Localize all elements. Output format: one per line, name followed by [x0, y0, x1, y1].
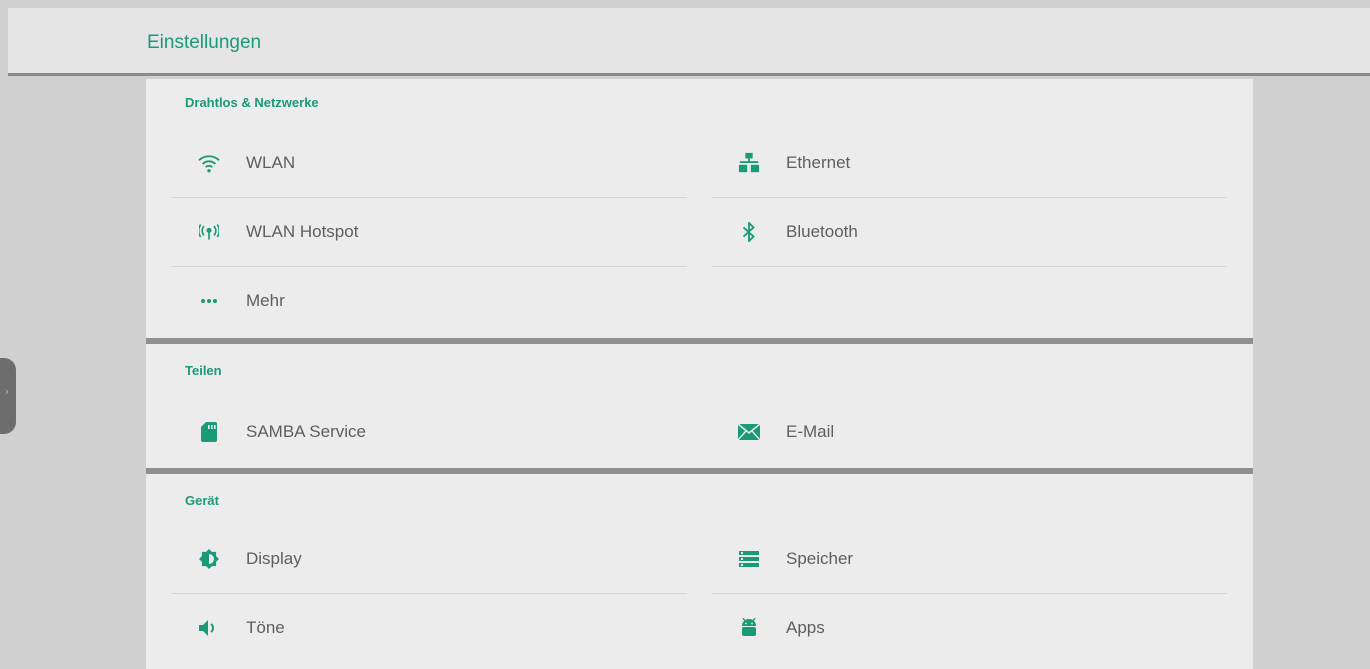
settings-item-label: E-Mail: [786, 422, 835, 441]
settings-item-display[interactable]: Display: [172, 525, 687, 594]
settings-item-more[interactable]: Mehr: [172, 267, 687, 335]
settings-item-label: Apps: [786, 618, 825, 637]
brightness-icon: [172, 549, 246, 569]
settings-item-sounds[interactable]: Töne: [172, 594, 687, 662]
ethernet-icon: [712, 152, 786, 174]
settings-item-bluetooth[interactable]: Bluetooth: [712, 198, 1227, 267]
settings-item-storage[interactable]: Speicher: [712, 525, 1227, 594]
settings-item-samba-service[interactable]: SAMBA Service: [172, 398, 687, 466]
settings-item-label: SAMBA Service: [246, 422, 366, 441]
more-dots-icon: [172, 298, 246, 304]
wifi-icon: [172, 152, 246, 174]
settings-item-email[interactable]: E-Mail: [712, 398, 1227, 466]
settings-item-label: WLAN: [246, 153, 296, 172]
settings-item-label: Bluetooth: [786, 222, 858, 241]
storage-icon: [712, 551, 786, 567]
page-title: Einstellungen: [147, 32, 262, 53]
section-wireless-networks: Drahtlos & Netzwerke WLAN Ethernet WLAN …: [146, 79, 1253, 344]
settings-item-wlan-hotspot[interactable]: WLAN Hotspot: [172, 198, 687, 267]
settings-item-label: Töne: [246, 618, 285, 637]
sd-card-icon: [172, 422, 246, 442]
settings-item-label: WLAN Hotspot: [246, 222, 359, 241]
email-icon: [712, 424, 786, 440]
android-icon: [712, 618, 786, 638]
settings-item-label: Speicher: [786, 549, 854, 568]
side-drawer-handle[interactable]: ›: [0, 358, 16, 434]
section-sharing: Teilen SAMBA Service E-Mail: [146, 344, 1253, 474]
hotspot-icon: [172, 224, 246, 240]
settings-item-label: Mehr: [246, 291, 285, 310]
settings-item-wlan[interactable]: WLAN: [172, 129, 687, 198]
chevron-right-icon: ›: [5, 386, 9, 398]
section-title: Gerät: [185, 493, 219, 508]
settings-item-label: Display: [246, 549, 302, 568]
settings-item-label: Ethernet: [786, 153, 851, 172]
section-title: Drahtlos & Netzwerke: [185, 95, 319, 110]
volume-icon: [172, 620, 246, 636]
settings-item-ethernet[interactable]: Ethernet: [712, 129, 1227, 198]
top-app-bar: Einstellungen: [8, 8, 1370, 76]
bluetooth-icon: [712, 222, 786, 242]
section-title: Teilen: [185, 363, 222, 378]
section-device: Gerät Display Speicher Töne Apps: [146, 474, 1253, 669]
settings-item-apps[interactable]: Apps: [712, 594, 1227, 662]
